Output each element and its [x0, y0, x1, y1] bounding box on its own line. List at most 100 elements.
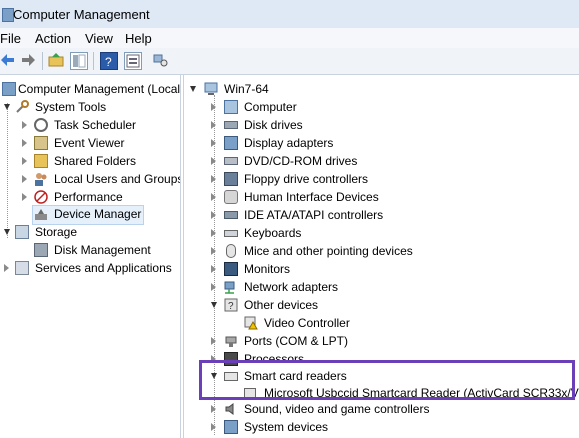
tree-item-services-applications[interactable]: Services and Applications	[0, 259, 180, 277]
disk-icon	[34, 243, 48, 257]
toolbar: ?	[0, 48, 579, 75]
tree-item-local-users[interactable]: Local Users and Groups	[0, 170, 180, 188]
collapsed-arrow-icon[interactable]	[22, 175, 27, 183]
tree-item-dvd-cdrom[interactable]: DVD/CD-ROM drives	[184, 152, 579, 170]
tree-item-ports[interactable]: Ports (COM & LPT)	[184, 332, 579, 350]
tree-item-monitors[interactable]: Monitors	[184, 260, 579, 278]
event-viewer-icon	[34, 136, 48, 150]
tree-item-shared-folders[interactable]: Shared Folders	[0, 152, 180, 170]
forward-arrow-icon[interactable]	[20, 52, 38, 70]
ide-controller-icon	[224, 211, 238, 219]
computer-management-icon	[2, 82, 16, 96]
tree-item-sound-video[interactable]: Sound, video and game controllers	[184, 400, 579, 418]
tree-item-win7-64[interactable]: Win7-64	[184, 80, 579, 98]
collapsed-arrow-icon[interactable]	[22, 121, 27, 129]
disk-drive-icon	[224, 121, 238, 129]
toolbar-separator	[42, 52, 43, 70]
window-title: Computer Management	[13, 7, 150, 22]
network-adapter-icon	[224, 280, 238, 294]
tree-item-event-viewer[interactable]: Event Viewer	[0, 134, 180, 152]
tree-item-system-devices[interactable]: System devices	[184, 418, 579, 436]
help-icon[interactable]: ?	[100, 52, 118, 70]
tools-icon	[15, 100, 29, 114]
title-bar: Computer Management	[0, 0, 579, 29]
tree-item-storage[interactable]: Storage	[0, 223, 180, 241]
monitor-icon	[224, 262, 238, 276]
mouse-icon	[226, 244, 236, 258]
menu-help[interactable]: Help	[125, 31, 152, 46]
warning-device-icon	[244, 316, 258, 330]
console-tree: Computer Management (Local System Tools …	[0, 75, 181, 438]
tree-item-computer-management[interactable]: Computer Management (Local	[0, 80, 180, 98]
expanded-arrow-icon[interactable]	[190, 86, 196, 92]
collapsed-arrow-icon[interactable]	[211, 405, 216, 413]
unknown-device-icon: ?	[224, 298, 238, 312]
device-manager-icon	[34, 207, 48, 221]
hid-icon	[224, 190, 238, 204]
port-icon	[224, 334, 238, 348]
computer-icon	[204, 82, 218, 96]
tree-item-other-devices[interactable]: ? Other devices	[184, 296, 579, 314]
collapsed-arrow-icon[interactable]	[211, 423, 216, 431]
collapsed-arrow-icon[interactable]	[211, 121, 216, 129]
keyboard-icon	[224, 230, 238, 237]
users-icon	[34, 172, 48, 186]
menu-bar: File Action View Help	[0, 28, 579, 48]
collapsed-arrow-icon[interactable]	[211, 139, 216, 147]
svg-text:?: ?	[105, 55, 112, 69]
tree-item-system-tools[interactable]: System Tools	[0, 98, 180, 116]
tree-item-device-manager[interactable]: Device Manager	[32, 205, 144, 225]
tree-item-disk-drives[interactable]: Disk drives	[184, 116, 579, 134]
tree-item-computer[interactable]: Computer	[184, 98, 579, 116]
collapsed-arrow-icon[interactable]	[211, 193, 216, 201]
performance-icon	[34, 190, 48, 204]
expanded-arrow-icon[interactable]	[4, 229, 10, 235]
tree-item-task-scheduler[interactable]: Task Scheduler	[0, 116, 180, 134]
tree-item-hid[interactable]: Human Interface Devices	[184, 188, 579, 206]
collapsed-arrow-icon[interactable]	[211, 283, 216, 291]
tree-item-disk-management[interactable]: Disk Management	[0, 241, 180, 259]
properties-icon[interactable]	[124, 52, 142, 70]
tree-item-keyboards[interactable]: Keyboards	[184, 224, 579, 242]
collapsed-arrow-icon[interactable]	[211, 337, 216, 345]
collapsed-arrow-icon[interactable]	[22, 193, 27, 201]
svg-text:?: ?	[228, 301, 234, 312]
tree-item-display-adapters[interactable]: Display adapters	[184, 134, 579, 152]
speaker-icon	[224, 402, 238, 416]
menu-view[interactable]: View	[85, 31, 113, 46]
tree-item-performance[interactable]: Performance	[0, 188, 180, 206]
tree-item-video-controller[interactable]: Video Controller	[184, 314, 579, 332]
highlight-box	[199, 360, 575, 400]
collapsed-arrow-icon[interactable]	[22, 139, 27, 147]
dvd-drive-icon	[224, 157, 238, 165]
back-arrow-icon[interactable]	[0, 52, 18, 70]
collapsed-arrow-icon[interactable]	[4, 264, 9, 272]
tree-item-network-adapters[interactable]: Network adapters	[184, 278, 579, 296]
expanded-arrow-icon[interactable]	[4, 104, 10, 110]
up-folder-icon[interactable]	[48, 52, 66, 70]
connect-icon[interactable]	[152, 52, 170, 70]
toolbar-separator	[93, 52, 94, 70]
floppy-controller-icon	[224, 172, 238, 186]
collapsed-arrow-icon[interactable]	[22, 157, 27, 165]
collapsed-arrow-icon[interactable]	[211, 229, 216, 237]
storage-icon	[15, 225, 29, 239]
computer-icon	[224, 100, 238, 114]
shared-folder-icon	[34, 154, 48, 168]
system-device-icon	[224, 420, 238, 434]
collapsed-arrow-icon[interactable]	[211, 157, 216, 165]
tree-item-floppy[interactable]: Floppy drive controllers	[184, 170, 579, 188]
collapsed-arrow-icon[interactable]	[211, 175, 216, 183]
collapsed-arrow-icon[interactable]	[211, 247, 216, 255]
menu-action[interactable]: Action	[35, 31, 71, 46]
tree-item-ide-ata[interactable]: IDE ATA/ATAPI controllers	[184, 206, 579, 224]
collapsed-arrow-icon[interactable]	[211, 103, 216, 111]
collapsed-arrow-icon[interactable]	[211, 265, 216, 273]
collapsed-arrow-icon[interactable]	[211, 211, 216, 219]
show-hide-tree-icon[interactable]	[70, 52, 88, 70]
menu-file[interactable]: File	[0, 31, 21, 46]
services-icon	[15, 261, 29, 275]
tree-item-mice[interactable]: Mice and other pointing devices	[184, 242, 579, 260]
display-adapter-icon	[224, 136, 238, 150]
expanded-arrow-icon[interactable]	[211, 302, 217, 308]
